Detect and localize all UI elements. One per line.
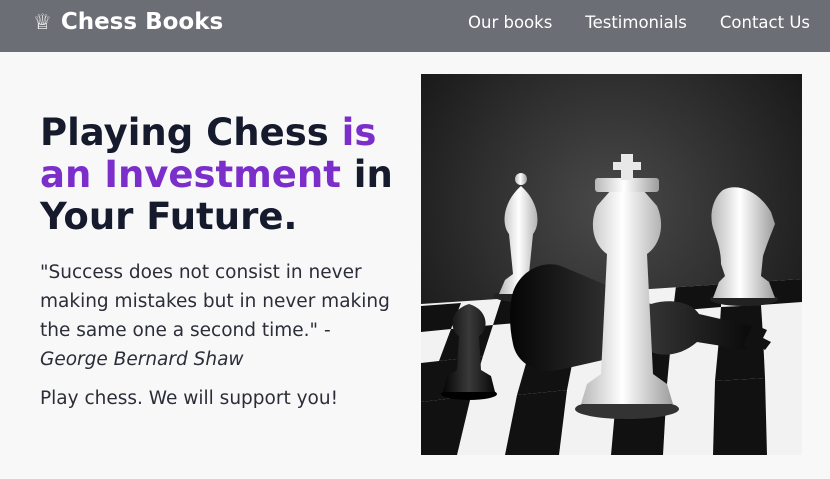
hero-quote: "Success does not consist in never makin… <box>40 258 390 374</box>
nav-link-contact-us[interactable]: Contact Us <box>720 13 810 32</box>
hero-title-part1: Playing Chess <box>40 111 342 154</box>
brand-link[interactable]: ♕ Chess Books <box>33 0 223 44</box>
navbar: ♕ Chess Books Our books Testimonials Con… <box>0 0 830 52</box>
main-nav: Our books Testimonials Contact Us <box>435 0 810 44</box>
hero-title: Playing Chess is an Investment in Your F… <box>40 112 400 238</box>
crown-icon: ♕ <box>33 9 52 34</box>
quote-text: "Success does not consist in never makin… <box>40 262 390 341</box>
chess-pieces-image <box>421 74 802 455</box>
quote-author: George Bernard Shaw <box>40 349 244 370</box>
brand-name: Chess Books <box>60 9 224 35</box>
hero-tagline: Play chess. We will support you! <box>40 388 338 409</box>
nav-link-our-books[interactable]: Our books <box>468 13 552 32</box>
nav-link-testimonials[interactable]: Testimonials <box>585 13 687 32</box>
